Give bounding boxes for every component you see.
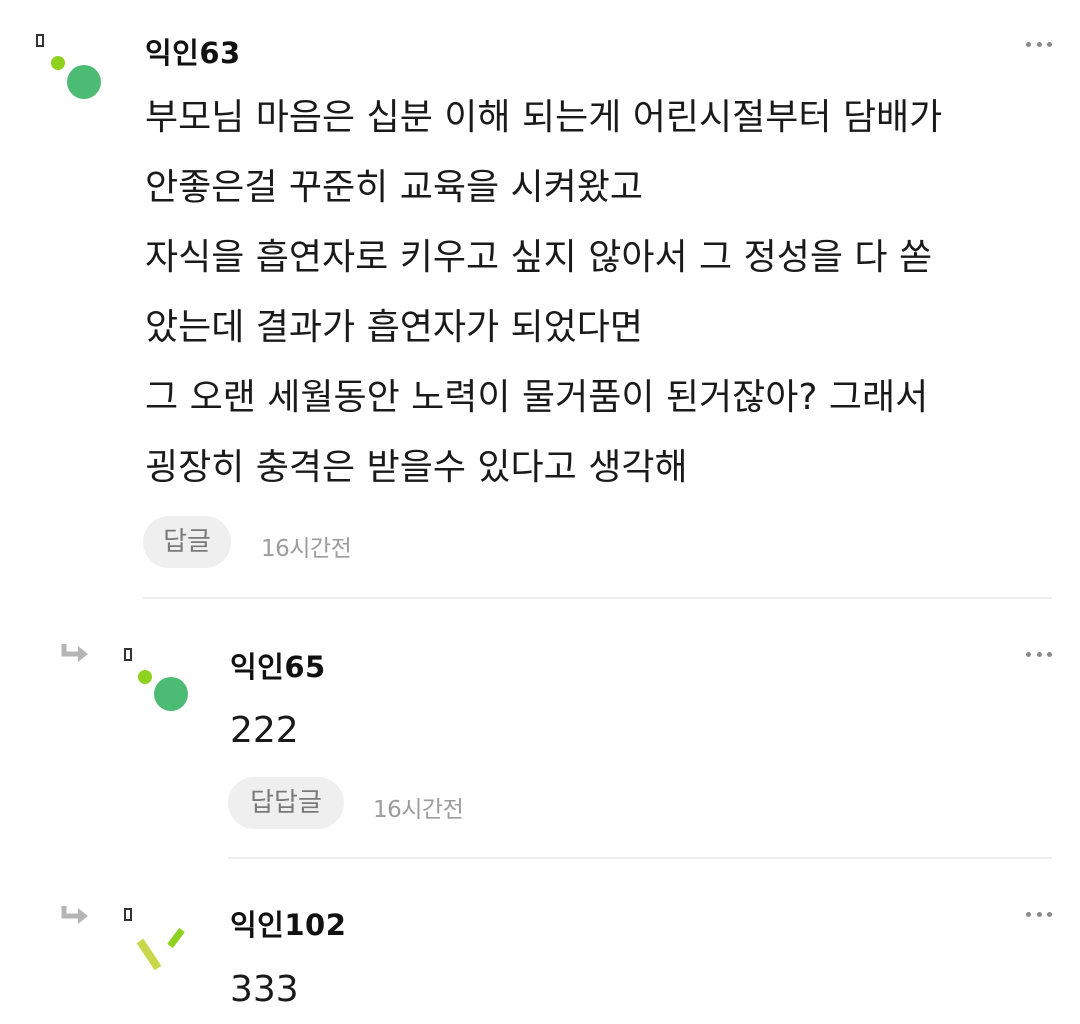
more-icon[interactable] (1026, 40, 1052, 48)
reply-button[interactable]: 답답글 (228, 777, 344, 829)
username[interactable]: 익인65 (230, 644, 326, 686)
username[interactable]: 익인63 (145, 30, 241, 72)
comment-body: 222 (230, 696, 299, 766)
comment-body: 333 (230, 955, 299, 1024)
reply-comment: 익인102 333 (0, 860, 1080, 1024)
reply-button[interactable]: 답글 (143, 516, 231, 568)
comment-line: 부모님 마음은 십분 이해 되는게 어린시절부터 담배가 (145, 97, 943, 138)
divider (143, 597, 1052, 599)
avatar[interactable] (124, 648, 204, 728)
comment-thread: 익인63 부모님 마음은 십분 이해 되는게 어린시절부터 담배가 안좋은걸 꾸… (0, 0, 1080, 1024)
comment-line: 굉장히 충격은 받을수 있다고 생각해 (145, 447, 688, 488)
avatar-lines (136, 927, 185, 971)
avatar-dot-large (67, 65, 101, 99)
more-icon[interactable] (1026, 910, 1052, 918)
badge-icon (124, 648, 132, 661)
reply-arrow-icon (61, 644, 88, 662)
avatar-dot-large (154, 677, 188, 711)
reply-comment: 익인65 222 답답글 16시간전 (0, 600, 1080, 860)
timestamp: 16시간전 (373, 797, 464, 823)
avatar-dot-small (138, 670, 152, 684)
comment-line: 안좋은걸 꾸준히 교육을 시켜왔고 (145, 167, 644, 208)
comment: 익인63 부모님 마음은 십분 이해 되는게 어린시절부터 담배가 안좋은걸 꾸… (0, 0, 1080, 600)
comment-line: 그 오랜 세월동안 노력이 물거품이 된거잖아? 그래서 (145, 377, 929, 418)
avatar[interactable] (36, 34, 116, 114)
username[interactable]: 익인102 (230, 902, 346, 944)
avatar-dot-small (51, 56, 65, 70)
comment-body: 부모님 마음은 십분 이해 되는게 어린시절부터 담배가 안좋은걸 꾸준히 교육… (145, 83, 942, 503)
badge-icon (36, 34, 44, 47)
comment-line: 222 (230, 710, 299, 751)
comment-line: 자식을 흡연자로 키우고 싶지 않아서 그 정성을 다 쏟 (145, 237, 933, 278)
timestamp: 16시간전 (261, 536, 352, 562)
reply-arrow-icon (61, 906, 88, 924)
comment-line: 았는데 결과가 흡연자가 되었다면 (145, 307, 644, 348)
more-icon[interactable] (1026, 650, 1052, 658)
divider (228, 857, 1052, 859)
comment-line: 333 (230, 969, 299, 1010)
avatar[interactable] (124, 908, 204, 988)
